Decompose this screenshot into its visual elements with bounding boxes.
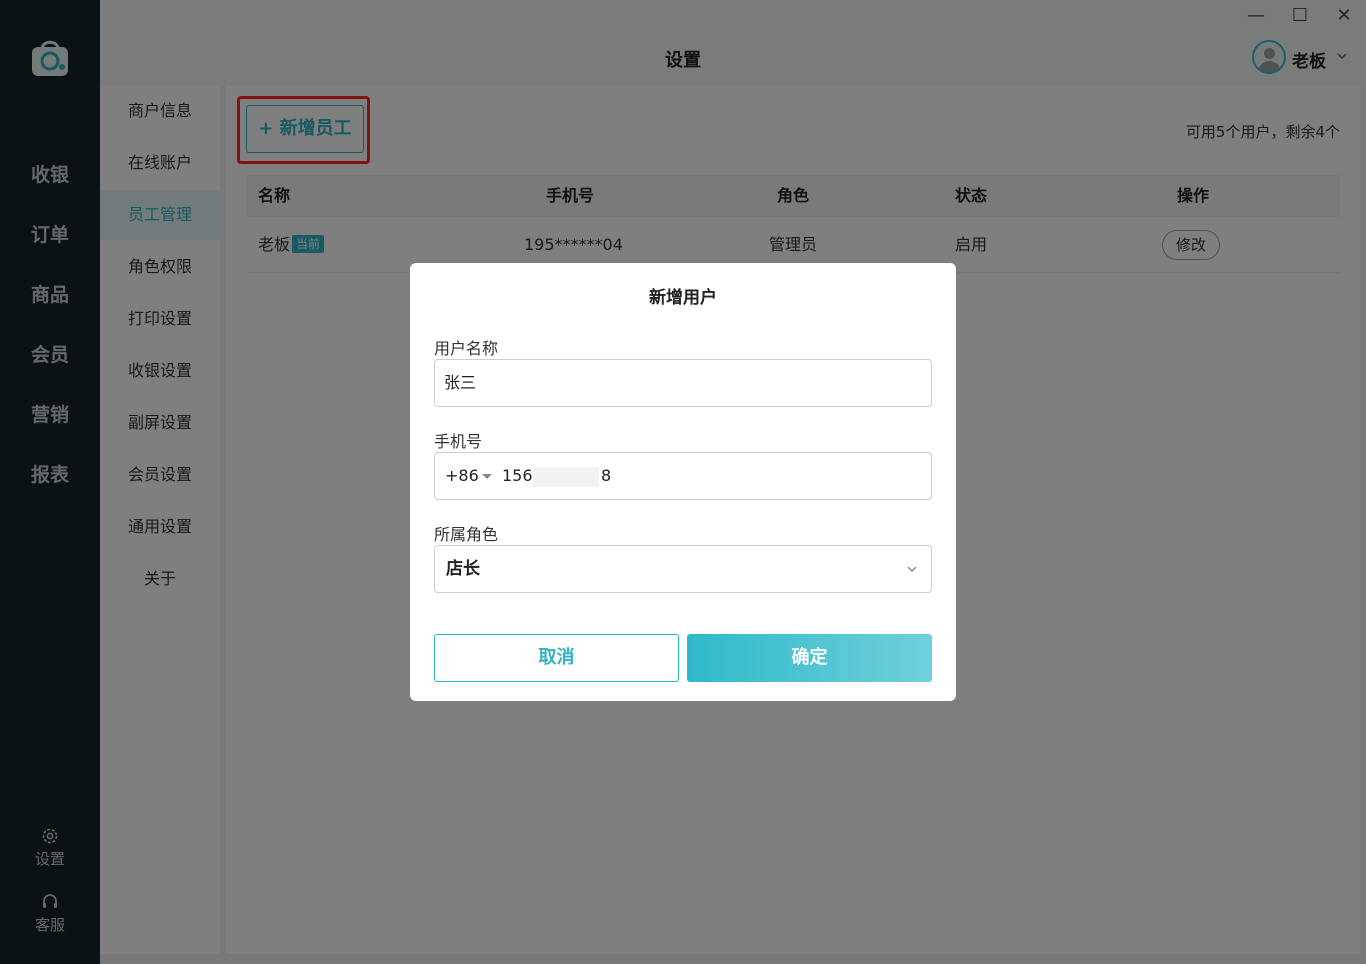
phone-redaction-mask [533,467,599,487]
cancel-button[interactable]: 取消 [434,634,679,682]
phone-input[interactable]: +86 156 8 [434,452,932,500]
phone-label: 手机号 [434,432,483,451]
role-label: 所属角色 [434,525,499,544]
username-value: 张三 [444,373,477,392]
role-value: 店长 [446,559,480,579]
chevron-down-icon [907,566,917,572]
caret-down-icon[interactable] [482,474,492,479]
dialog-title: 新增用户 [649,288,717,308]
phone-suffix: 8 [601,466,612,485]
add-user-dialog: 新增用户 用户名称 张三 手机号 +86 156 8 所属角色 店长 取消 确定 [410,263,956,701]
username-label: 用户名称 [434,339,499,358]
username-input[interactable]: 张三 [434,359,932,407]
confirm-button[interactable]: 确定 [687,634,932,682]
phone-prefix: 156 [502,466,533,485]
country-code-select[interactable]: +86 [445,453,479,499]
role-select[interactable]: 店长 [434,545,932,593]
